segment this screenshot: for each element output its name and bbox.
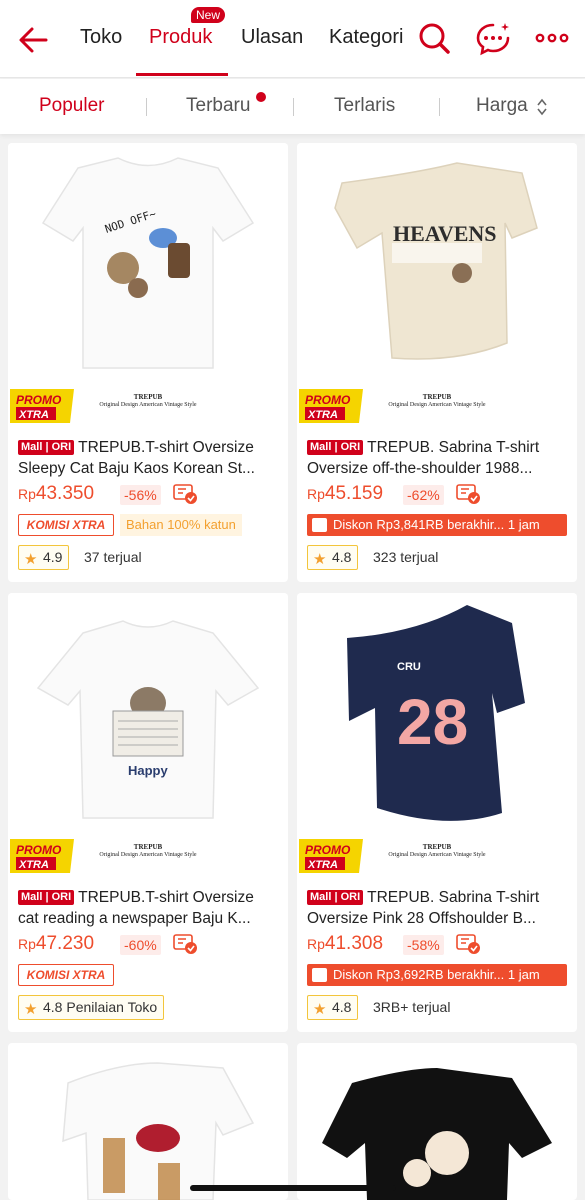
- discount-countdown-banner: Diskon Rp3,841RB berakhir... 1 jam: [307, 514, 567, 536]
- product-title[interactable]: Mall | ORI TREPUB.T-shirt Oversize cat re…: [18, 887, 280, 929]
- cod-icon: [173, 934, 197, 954]
- product-card[interactable]: Happy TREPUB Original Design American Vi…: [8, 593, 288, 1032]
- komisi-xtra-badge: KOMISI XTRA: [18, 964, 114, 986]
- mall-ori-badge: Mall | ORI: [18, 440, 75, 455]
- discount-badge: -58%: [403, 935, 444, 955]
- sort-arrows-icon: [537, 98, 547, 116]
- svg-text:PROMO: PROMO: [305, 393, 351, 407]
- artwork-text: 28: [397, 686, 469, 758]
- promo-xtra-badge: PROMO XTRA: [10, 839, 74, 873]
- product-title[interactable]: Mall | ORI TREPUB. Sabrina T-shirt Oversi…: [307, 437, 569, 479]
- product-price: Rp43.350: [18, 483, 95, 504]
- tshirt-image: [36, 620, 260, 819]
- artwork-text: CRU: [397, 661, 421, 673]
- discount-countdown-banner: Diskon Rp3,692RB berakhir... 1 jam: [307, 964, 567, 986]
- product-card[interactable]: NOD OFF~ TREPUB Original Design American…: [8, 143, 288, 582]
- discount-badge: -60%: [120, 935, 161, 955]
- sort-terbaru[interactable]: Terbaru: [186, 95, 250, 117]
- mall-ori-badge: Mall | ORI: [307, 890, 364, 905]
- rating-badge: ★ 4.8: [307, 995, 359, 1020]
- more-options-icon[interactable]: [534, 20, 570, 56]
- svg-text:PROMO: PROMO: [16, 843, 62, 857]
- artwork-text: HEAVENS: [393, 221, 497, 246]
- product-image[interactable]: [297, 1043, 577, 1200]
- promo-xtra-badge: PROMO XTRA: [10, 389, 74, 423]
- tab-kategori[interactable]: Kategori: [329, 26, 404, 49]
- svg-text:PROMO: PROMO: [16, 393, 62, 407]
- product-image[interactable]: [8, 1043, 288, 1200]
- tab-produk[interactable]: Produk: [149, 26, 212, 49]
- svg-text:XTRA: XTRA: [18, 859, 49, 871]
- star-icon: ★: [24, 551, 38, 568]
- material-tag: Bahan 100% katun: [120, 514, 242, 536]
- product-card[interactable]: [8, 1043, 288, 1200]
- product-price: Rp45.159: [307, 483, 384, 504]
- tshirt-image: [334, 162, 538, 360]
- komisi-xtra-badge: KOMISI XTRA: [18, 514, 114, 536]
- sold-count: 37 terjual: [84, 549, 142, 565]
- new-badge: New: [191, 7, 226, 23]
- cod-icon: [173, 484, 197, 504]
- sold-count: 3RB+ terjual: [373, 999, 451, 1015]
- new-indicator-dot: [256, 92, 266, 102]
- divider: [439, 98, 440, 116]
- product-image[interactable]: 28 CRU TREPUB Original Design American V…: [297, 593, 577, 873]
- search-icon[interactable]: [416, 20, 452, 56]
- tab-toko[interactable]: Toko: [80, 26, 122, 49]
- back-arrow-icon[interactable]: [14, 20, 54, 60]
- promo-xtra-badge: PROMO XTRA: [299, 839, 363, 873]
- sold-count: 323 terjual: [373, 549, 439, 565]
- product-title[interactable]: Mall | ORI TREPUB. Sabrina T-shirt Oversi…: [307, 887, 569, 929]
- active-tab-indicator: [136, 73, 228, 76]
- rating-badge: ★ 4.8 Penilaian Toko: [18, 995, 165, 1020]
- product-price: Rp47.230: [18, 933, 95, 954]
- voucher-icon: [312, 518, 327, 532]
- cod-icon: [456, 484, 480, 504]
- artwork-text: Happy: [128, 763, 168, 778]
- divider: [293, 98, 294, 116]
- product-price: Rp41.308: [307, 933, 384, 954]
- chat-icon[interactable]: [475, 20, 511, 56]
- tab-ulasan[interactable]: Ulasan: [241, 26, 303, 49]
- star-icon: ★: [313, 1001, 327, 1018]
- discount-badge: -62%: [403, 485, 444, 505]
- top-nav-bar: Toko Produk New Ulasan Kategori: [0, 0, 585, 78]
- sort-populer[interactable]: Populer: [39, 95, 105, 117]
- tshirt-image: [41, 157, 255, 369]
- sort-harga[interactable]: Harga: [476, 95, 528, 117]
- svg-text:XTRA: XTRA: [307, 409, 338, 421]
- product-image[interactable]: NOD OFF~ TREPUB Original Design American…: [8, 143, 288, 423]
- product-title[interactable]: Mall | ORI TREPUB.T-shirt Oversize Sleepy…: [18, 437, 280, 479]
- star-icon: ★: [24, 1001, 38, 1018]
- product-card[interactable]: HEAVENS TREPUB Original Design American …: [297, 143, 577, 582]
- voucher-icon: [312, 968, 327, 982]
- discount-badge: -56%: [120, 485, 161, 505]
- rating-badge: ★ 4.9: [18, 545, 70, 570]
- divider: [146, 98, 147, 116]
- product-card[interactable]: 28 CRU TREPUB Original Design American V…: [297, 593, 577, 1032]
- rating-badge: ★ 4.8: [307, 545, 359, 570]
- sort-bar: Populer Terbaru Terlaris Harga: [0, 79, 585, 134]
- mall-ori-badge: Mall | ORI: [307, 440, 364, 455]
- product-image[interactable]: HEAVENS TREPUB Original Design American …: [297, 143, 577, 423]
- svg-text:XTRA: XTRA: [307, 859, 338, 871]
- home-indicator: [190, 1185, 396, 1191]
- product-image[interactable]: Happy TREPUB Original Design American Vi…: [8, 593, 288, 873]
- cod-icon: [456, 934, 480, 954]
- star-icon: ★: [313, 551, 327, 568]
- product-card[interactable]: [297, 1043, 577, 1200]
- promo-xtra-badge: PROMO XTRA: [299, 389, 363, 423]
- mall-ori-badge: Mall | ORI: [18, 890, 75, 905]
- svg-text:PROMO: PROMO: [305, 843, 351, 857]
- svg-text:XTRA: XTRA: [18, 409, 49, 421]
- sort-terlaris[interactable]: Terlaris: [334, 95, 395, 117]
